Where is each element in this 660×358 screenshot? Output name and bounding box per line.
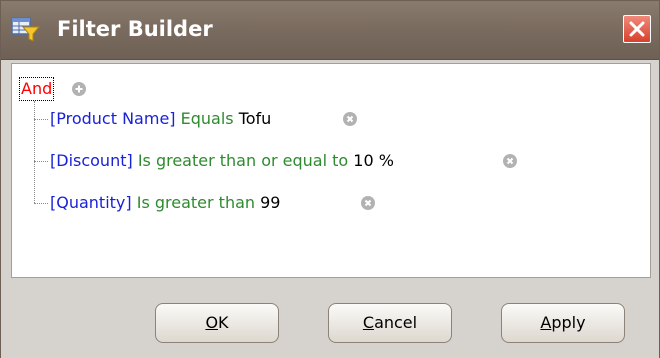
tree-branch [34, 119, 48, 120]
filter-builder-window: Filter Builder And [Product Name] Equals… [0, 0, 660, 358]
condition-row[interactable]: [Discount] Is greater than or equal to 1… [50, 149, 394, 173]
remove-condition-icon[interactable] [361, 196, 375, 210]
ok-hotkey: O [205, 313, 219, 332]
group-operator[interactable]: And [19, 77, 55, 101]
condition-field[interactable]: [Product Name] [50, 109, 181, 128]
condition-row[interactable]: [Product Name] Equals Tofu [50, 107, 271, 131]
condition-operator[interactable]: Is greater than or equal to [138, 151, 353, 170]
ok-label: K [218, 313, 229, 332]
filter-table-icon [11, 15, 41, 43]
condition-value[interactable]: 10 % [353, 151, 394, 170]
remove-condition-icon[interactable] [503, 154, 517, 168]
title-bar[interactable]: Filter Builder [1, 1, 659, 60]
window-title: Filter Builder [57, 17, 213, 41]
filter-tree-panel[interactable]: And [Product Name] Equals Tofu [Discount… [11, 63, 651, 278]
cancel-hotkey: C [362, 313, 375, 332]
condition-value[interactable]: Tofu [239, 109, 272, 128]
ok-button[interactable]: OK [155, 303, 279, 343]
cancel-button[interactable]: Cancel [328, 303, 452, 343]
apply-hotkey: A [540, 313, 552, 332]
apply-button[interactable]: Apply [501, 303, 625, 343]
condition-field[interactable]: [Discount] [50, 151, 138, 170]
tree-branch [34, 203, 48, 204]
add-condition-icon[interactable] [72, 82, 86, 96]
cancel-label: ancel [374, 313, 418, 332]
close-icon [629, 21, 645, 37]
apply-label: pply [551, 313, 586, 332]
close-button[interactable] [623, 15, 651, 43]
condition-field[interactable]: [Quantity] [50, 193, 137, 212]
condition-operator[interactable]: Is greater than [137, 193, 260, 212]
condition-row[interactable]: [Quantity] Is greater than 99 [50, 191, 280, 215]
tree-connector [34, 101, 35, 203]
remove-condition-icon[interactable] [343, 112, 357, 126]
tree-branch [34, 161, 48, 162]
condition-value[interactable]: 99 [260, 193, 280, 212]
condition-operator[interactable]: Equals [181, 109, 239, 128]
